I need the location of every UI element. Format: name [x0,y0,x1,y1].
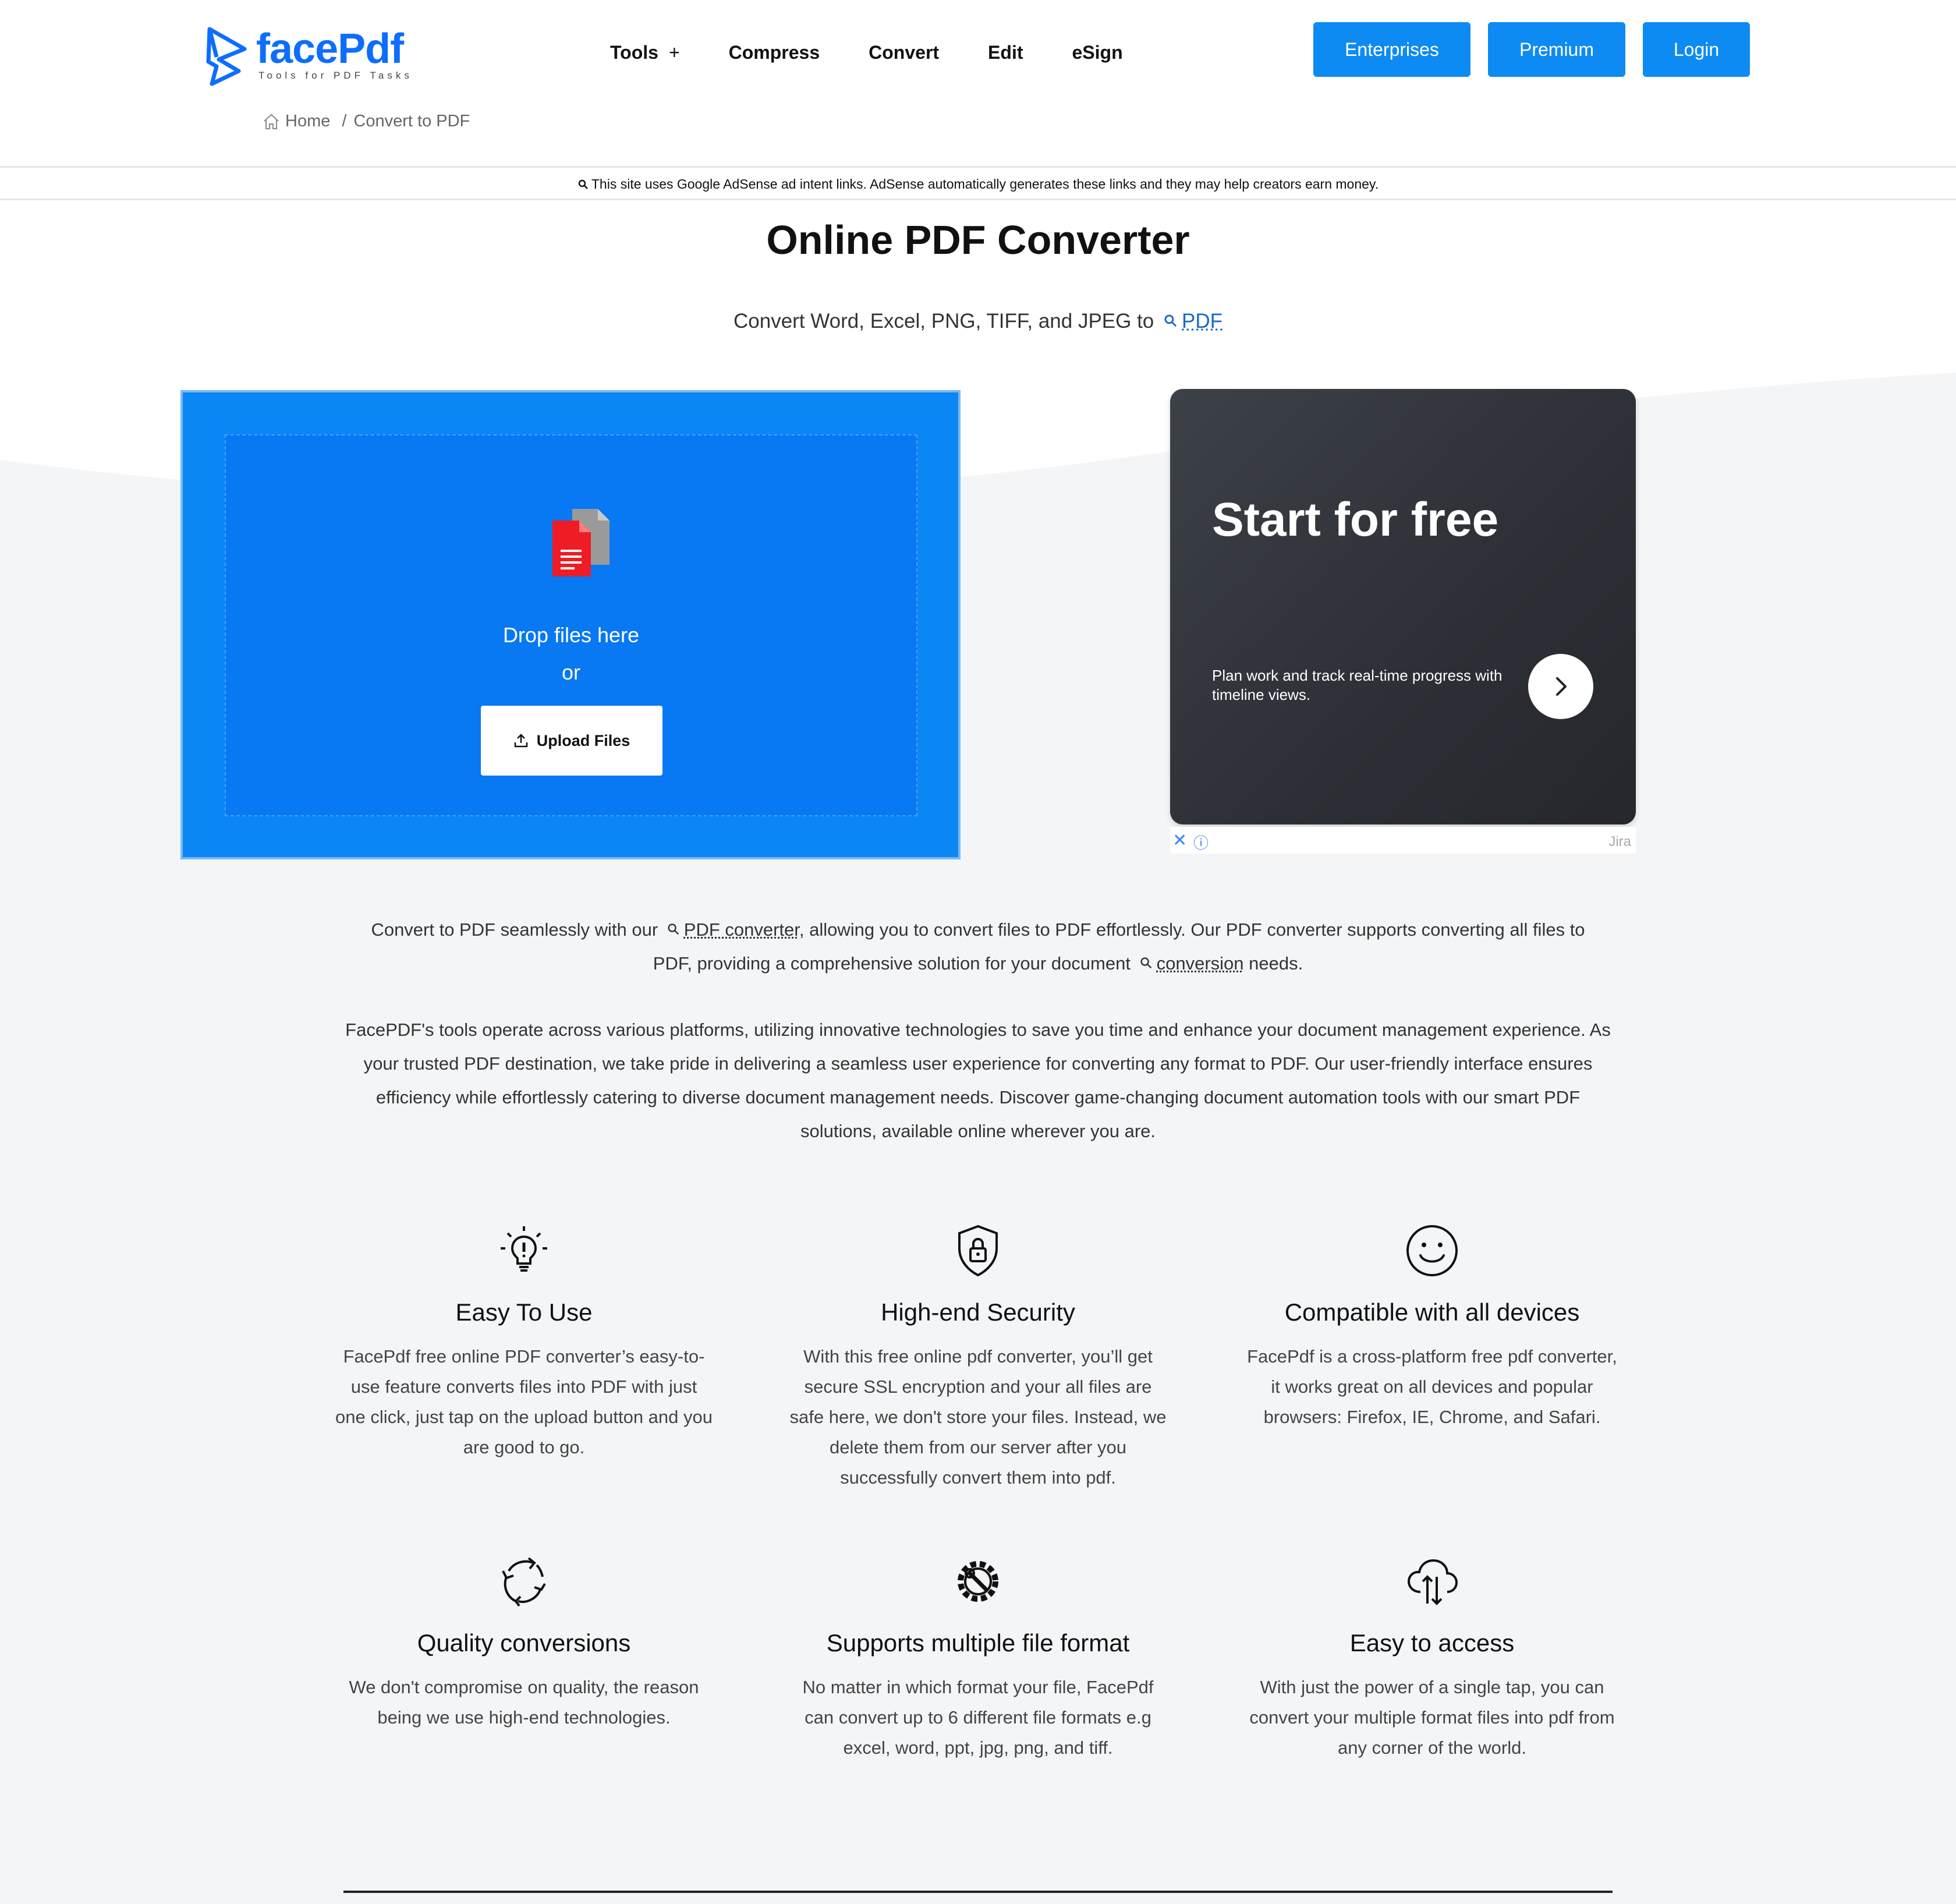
adsense-notice-text: This site uses Google AdSense ad intent … [591,176,1379,192]
ad-info-icon[interactable]: ⓘ [1193,831,1209,853]
feature-title: Easy to access [1349,1629,1515,1657]
main-nav: Tools + Compress Convert Edit eSign [610,42,1172,63]
feature-title: Easy To Use [455,1298,593,1326]
conversion-link[interactable]: conversion [1157,953,1244,974]
feature-compatible-devices: Compatible with all devices FacePdf is a… [1228,1223,1636,1432]
ad-headline: Start for free [1212,493,1499,546]
plus-icon: + [668,42,680,63]
adsense-notice: This site uses Google AdSense ad intent … [0,170,1956,200]
file-icon [552,509,610,576]
search-icon [578,179,588,189]
premium-button[interactable]: Premium [1488,22,1625,77]
intro-text: PDF, providing a comprehensive solution … [653,953,1131,974]
dropzone[interactable]: Drop files here or Upload Files [225,434,917,816]
ad-brand: Jira [1608,834,1631,850]
or-text: or [561,660,580,684]
intro-paragraph-1: Convert to PDF seamlessly with our PDF c… [314,913,1642,981]
refresh-icon [502,1557,546,1607]
feature-text: We don't compromise on quality, the reas… [349,1677,699,1728]
section-divider [343,1891,1613,1893]
ad-next-button[interactable] [1528,654,1593,719]
feature-quality-conversions: Quality conversions We don't compromise … [320,1553,728,1733]
drop-files-text: Drop files here [502,623,640,647]
intro-text: needs. [1249,953,1303,974]
logo-name: facePdf [256,26,404,72]
intro-line: efficiency while effortlessly catering t… [375,1087,1581,1107]
breadcrumb: Home / Convert to PDF [262,112,470,131]
nav-tools-label: Tools [610,42,658,63]
ad-body-text: Plan work and track real-time progress w… [1212,667,1503,703]
upload-files-button[interactable]: Upload Files [481,706,662,776]
intro-line: your trusted PDF destination, we take pr… [363,1053,1593,1074]
feature-text: No matter in which format your file, Fac… [802,1677,1154,1758]
feature-title: Supports multiple file format [826,1629,1130,1657]
feature-easy-to-access: Easy to access With just the power of a … [1228,1553,1636,1763]
pdf-link[interactable]: PDF [1182,310,1222,332]
intro-text: , allowing you to convert files to PDF e… [799,919,1585,940]
logo-tagline: Tools for PDF Tasks [258,70,413,81]
pdf-converter-link[interactable]: PDF converter [684,919,799,940]
logo[interactable]: facePdf Tools for PDF Tasks [204,26,413,86]
feature-text: With this free online pdf converter, you… [789,1346,1167,1488]
advertisement-card[interactable]: Start for free Plan work and track real-… [1170,389,1636,824]
subtitle-text: Convert Word, Excel, PNG, TIFF, and JPEG… [733,310,1154,332]
cloud-transfer-icon [1407,1559,1458,1605]
search-icon [1140,957,1151,969]
page-subtitle: Convert Word, Excel, PNG, TIFF, and JPEG… [0,310,1956,333]
upload-icon [514,734,527,748]
login-button[interactable]: Login [1643,22,1750,77]
header-buttons: Enterprises Premium Login [1296,22,1750,77]
gear-wrench-icon [958,1561,998,1602]
upload-panel[interactable]: Drop files here or Upload Files [180,390,961,859]
nav-compress[interactable]: Compress [729,42,820,63]
shield-lock-icon [958,1224,998,1277]
nav-edit[interactable]: Edit [988,42,1023,63]
page-title: Online PDF Converter [766,217,1190,263]
feature-title: Compatible with all devices [1284,1298,1580,1326]
search-icon [668,923,679,935]
upload-files-label: Upload Files [536,731,630,749]
logo-icon [206,27,247,86]
feature-multiple-formats: Supports multiple file format No matter … [774,1553,1182,1763]
enterprises-button[interactable]: Enterprises [1313,22,1470,77]
intro-line: FacePDF's tools operate across various p… [345,1020,1611,1040]
intro-text: Convert to PDF seamlessly with our [371,919,658,940]
feature-text: With just the power of a single tap, you… [1249,1677,1615,1758]
feature-title: High-end Security [881,1298,1075,1326]
lightbulb-icon [501,1226,547,1272]
search-icon [1164,314,1177,327]
breadcrumb-current: Convert to PDF [353,112,470,130]
ad-footer: ✕ ⓘ Jira [1170,827,1636,854]
chevron-right-icon [1556,677,1567,696]
feature-text: FacePdf is a cross-platform free pdf con… [1247,1346,1617,1427]
feature-text: FacePdf free online PDF converter’s easy… [335,1346,713,1457]
intro-paragraph-2: FacePDF's tools operate across various p… [303,1013,1653,1148]
feature-title: Quality conversions [417,1629,631,1657]
feature-easy-to-use: Easy To Use FacePdf free online PDF conv… [320,1223,728,1463]
nav-tools[interactable]: Tools + [610,42,680,63]
nav-convert[interactable]: Convert [869,42,939,63]
ad-close-icon[interactable]: ✕ [1172,830,1187,851]
feature-high-end-security: High-end Security With this free online … [774,1223,1182,1493]
site-header: facePdf Tools for PDF Tasks Tools + Comp… [0,0,1956,168]
breadcrumb-home[interactable]: Home [285,112,330,131]
breadcrumb-separator: / [342,112,347,130]
home-icon [264,114,279,129]
smiley-icon [1406,1225,1458,1276]
intro-line: solutions, available online wherever you… [800,1121,1156,1141]
nav-esign[interactable]: eSign [1072,42,1122,63]
